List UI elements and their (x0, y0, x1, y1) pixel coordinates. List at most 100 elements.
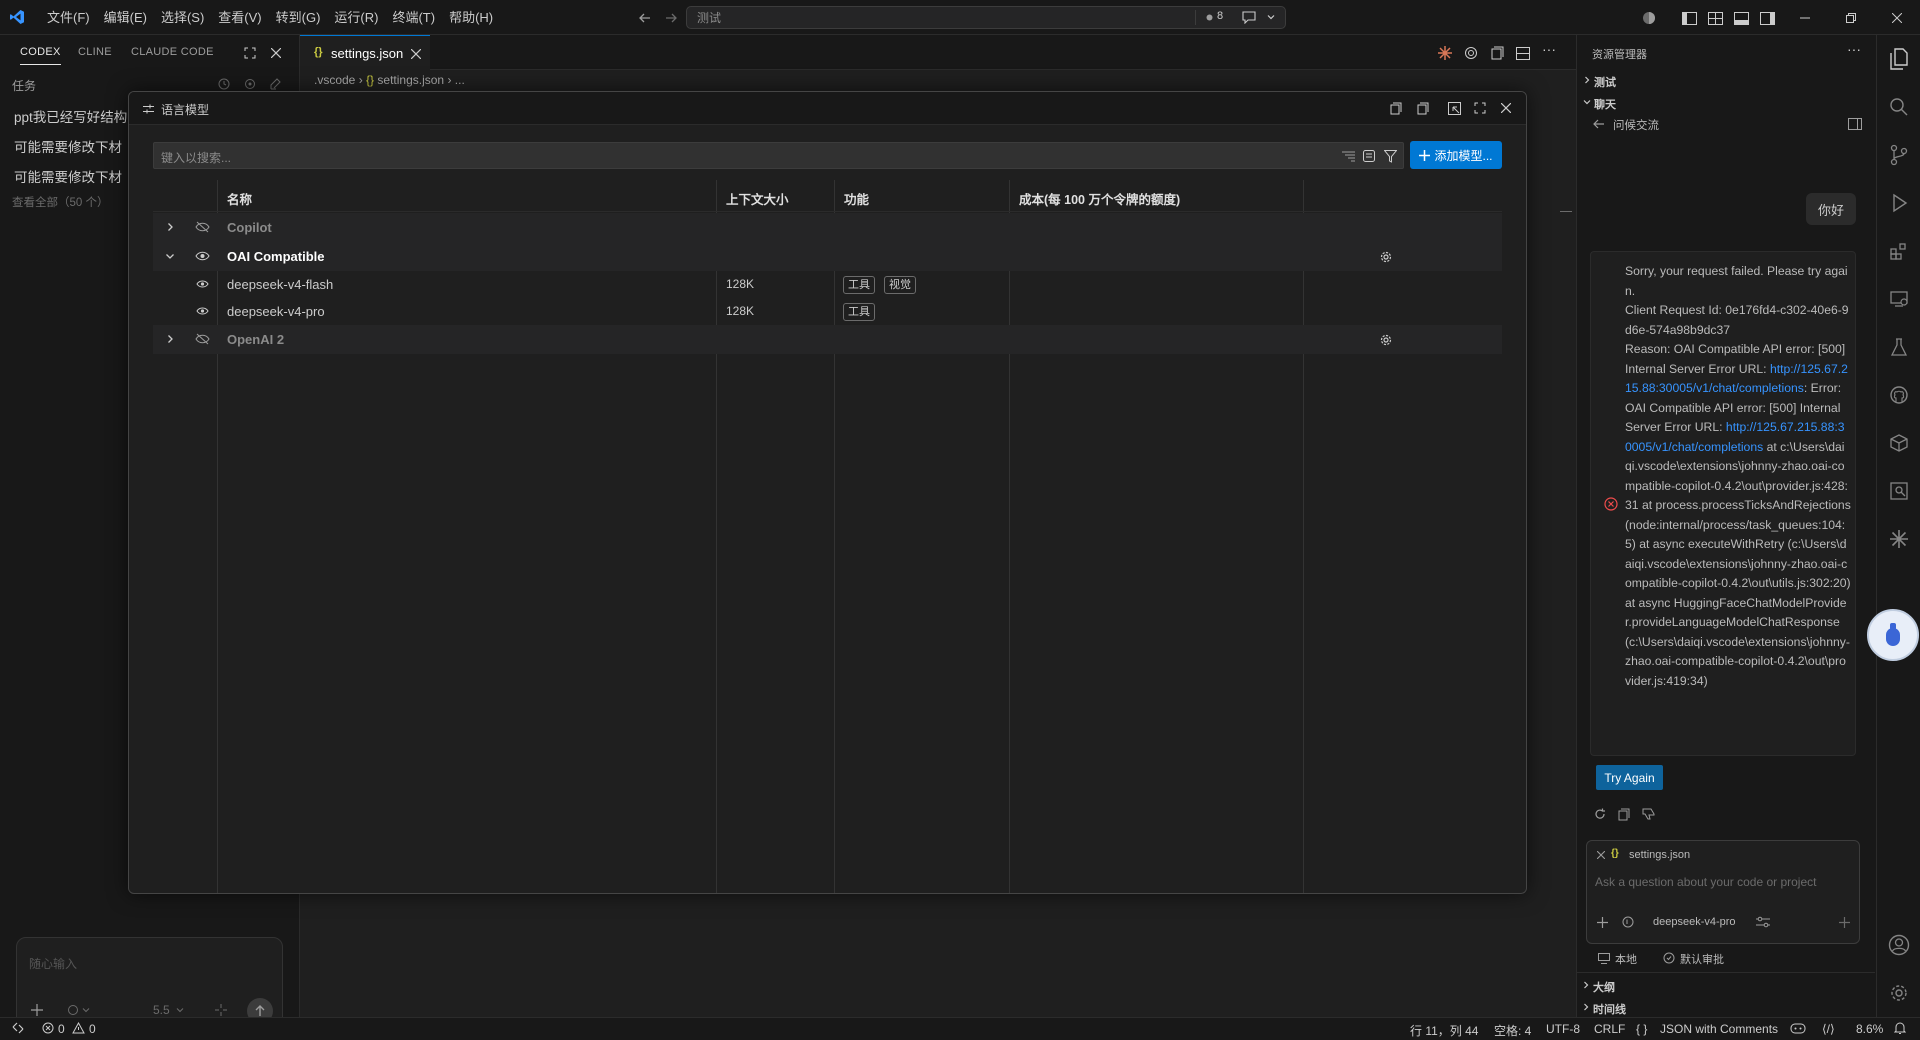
tree-item-chat[interactable]: 聊天 (1594, 96, 1616, 112)
more-actions-icon[interactable]: ··· (1847, 41, 1861, 57)
chevron-down-icon[interactable] (1580, 95, 1594, 109)
task-item[interactable]: 可能需要修改下材 (14, 136, 128, 156)
open-in-editor-icon[interactable] (1446, 100, 1462, 116)
menu-run[interactable]: 运行(R) (327, 0, 385, 35)
gitlens-icon[interactable] (1877, 471, 1920, 511)
claude-spark-icon[interactable] (1436, 44, 1454, 62)
chat-input[interactable]: {} settings.json Ask a question about yo… (1586, 840, 1860, 944)
chevron-down-icon[interactable] (173, 1003, 187, 1017)
end-of-line[interactable]: CRLF (1594, 1022, 1625, 1036)
manage-gear-icon[interactable] (1877, 973, 1920, 1013)
close-dialog-icon[interactable] (1498, 100, 1514, 116)
close-tab-icon[interactable] (408, 46, 424, 62)
accounts-icon[interactable] (1640, 9, 1658, 27)
column-header-name[interactable]: 名称 (227, 189, 252, 208)
tab-codex[interactable]: CODEX (20, 46, 61, 65)
task-item[interactable]: ppt我已经写好结构 (14, 106, 128, 126)
copy-icon[interactable] (1616, 806, 1632, 822)
account-icon[interactable] (1877, 925, 1920, 965)
local-label[interactable]: 本地 (1615, 951, 1637, 967)
chevron-right-icon[interactable] (163, 220, 177, 234)
menu-go[interactable]: 转到(G) (269, 0, 328, 35)
comment-icon[interactable] (1240, 9, 1258, 25)
error-count-icon[interactable] (42, 1022, 54, 1034)
mode-gear-icon[interactable] (65, 1002, 95, 1018)
approval-label[interactable]: 默认审批 (1680, 951, 1724, 967)
sparkle-icon[interactable] (213, 1002, 229, 1018)
eye-closed-icon[interactable] (194, 220, 210, 234)
cursor-position[interactable]: 行 11，列 44 (1410, 1022, 1478, 1039)
restore-icon[interactable] (1842, 9, 1860, 27)
back-arrow-icon[interactable] (636, 9, 654, 27)
extensions-icon[interactable] (1877, 231, 1920, 271)
menu-terminal[interactable]: 终端(T) (385, 0, 442, 35)
back-arrow-icon[interactable] (1591, 116, 1607, 132)
model-picker[interactable]: deepseek-v4-pro (1653, 916, 1736, 928)
close-window-icon[interactable] (1888, 9, 1906, 27)
group-by-icon[interactable] (1361, 148, 1377, 164)
send-icon[interactable] (1837, 915, 1851, 929)
new-task-icon[interactable] (268, 76, 284, 92)
remote-explorer-icon[interactable] (1877, 279, 1920, 319)
menu-help[interactable]: 帮助(H) (442, 0, 500, 35)
maximize-icon[interactable] (1472, 100, 1488, 116)
eye-closed-icon[interactable] (194, 332, 210, 346)
open-changes-icon[interactable] (1488, 44, 1506, 62)
breadcrumb-folder[interactable]: .vscode (314, 73, 355, 87)
copilot-icon[interactable] (1790, 1021, 1806, 1035)
eye-icon[interactable] (194, 304, 210, 318)
tools-icon[interactable] (1755, 915, 1771, 929)
timeline-section[interactable]: 时间线 (1593, 1001, 1626, 1017)
tab-claude-code[interactable]: CLAUDE CODE (131, 46, 214, 58)
openai-icon[interactable] (1462, 44, 1480, 62)
attachment-label[interactable]: settings.json (1629, 849, 1690, 861)
chevron-down-icon[interactable] (163, 249, 177, 263)
add-model-button[interactable]: 添加模型... (1410, 141, 1502, 169)
chevron-down-icon[interactable] (1264, 10, 1278, 24)
floating-assistant-icon[interactable] (1867, 609, 1919, 661)
model-row[interactable]: deepseek-v4-pro 128K 工具 (153, 298, 1502, 325)
model-row[interactable]: deepseek-v4-flash 128K 工具 视觉 (153, 271, 1502, 298)
maximize-icon[interactable] (242, 45, 258, 61)
language-mode[interactable]: JSON with Comments (1660, 1022, 1778, 1036)
menu-edit[interactable]: 编辑(E) (97, 0, 154, 35)
toggle-panel-icon[interactable] (1732, 9, 1750, 27)
chevron-right-icon[interactable] (1579, 978, 1593, 992)
chevron-right-icon[interactable] (1580, 73, 1594, 87)
task-item[interactable]: 可能需要修改下材 (14, 166, 128, 186)
gear-icon[interactable] (1378, 249, 1394, 265)
claude-icon[interactable] (1877, 519, 1920, 559)
warning-icon[interactable] (72, 1022, 85, 1034)
chevron-right-icon[interactable] (1579, 1000, 1593, 1014)
containers-icon[interactable] (1877, 423, 1920, 463)
retry-icon[interactable] (1592, 806, 1608, 822)
forward-arrow-icon[interactable] (662, 9, 680, 27)
close-attachment-icon[interactable] (1595, 849, 1607, 861)
menu-view[interactable]: 查看(V) (211, 0, 268, 35)
filter-icon[interactable] (1382, 148, 1398, 164)
agent-mode-icon[interactable] (1621, 915, 1635, 929)
split-editor-icon[interactable] (1514, 44, 1532, 62)
breadcrumb-more[interactable]: ... (455, 73, 465, 87)
run-debug-icon[interactable] (1877, 183, 1920, 223)
column-header-context[interactable]: 上下文大小 (726, 189, 789, 208)
menu-selection[interactable]: 选择(S) (154, 0, 211, 35)
testing-icon[interactable] (1877, 327, 1920, 367)
copy-icon[interactable] (1388, 100, 1404, 116)
command-center-search[interactable]: 测试 8 (686, 6, 1286, 29)
notifications-icon[interactable] (1894, 1021, 1906, 1035)
column-header-cost[interactable]: 成本(每 100 万个令牌的额度) (1019, 189, 1180, 208)
provider-group-row[interactable]: OAI Compatible (153, 242, 1502, 271)
add-context-icon[interactable] (1595, 915, 1609, 929)
history-icon[interactable] (216, 76, 232, 92)
eye-icon[interactable] (194, 249, 210, 263)
gear-icon[interactable] (1378, 332, 1394, 348)
breadcrumb-file[interactable]: settings.json (377, 73, 444, 87)
menu-file[interactable]: 文件(F) (40, 0, 97, 35)
error-count[interactable]: 0 (58, 1022, 65, 1036)
model-version[interactable]: 5.5 (153, 1003, 170, 1017)
clear-filter-icon[interactable] (1340, 148, 1356, 164)
more-actions-icon[interactable]: ··· (1542, 41, 1556, 57)
view-all-link[interactable]: 查看全部（50 个） (12, 194, 109, 210)
indentation[interactable]: 空格: 4 (1494, 1022, 1531, 1039)
